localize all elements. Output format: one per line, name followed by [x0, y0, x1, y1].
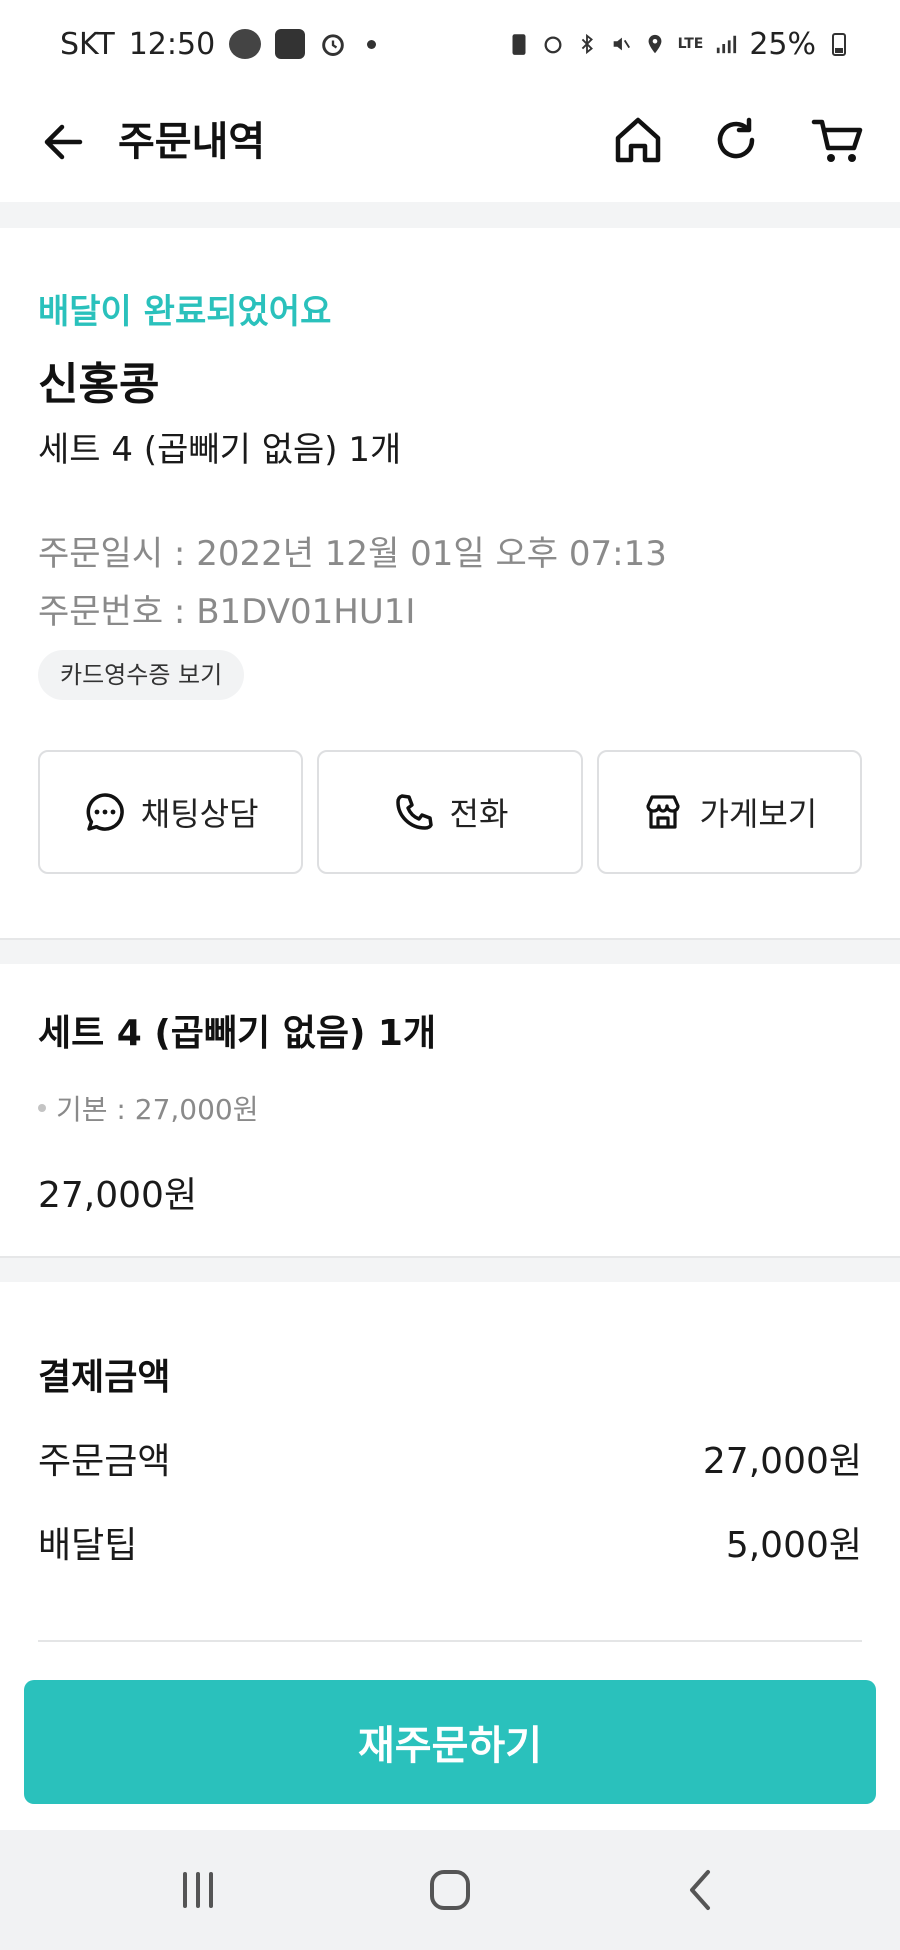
clock: 12:50 [128, 26, 216, 62]
section-gap [0, 938, 900, 964]
chat-icon [86, 793, 124, 831]
reorder-button[interactable]: 재주문하기 [24, 1680, 876, 1804]
home-app-icon [275, 29, 306, 59]
order-menu-summary: 세트 4 (곱빼기 없음) 1개 [38, 430, 402, 470]
store-icon [646, 795, 681, 829]
home-nav-icon[interactable] [420, 1860, 480, 1920]
back-arrow-icon[interactable] [34, 112, 94, 172]
order-datetime: 주문일시 : 2022년 12월 01일 오후 07:13 [38, 534, 667, 574]
cart-icon[interactable] [806, 108, 870, 172]
signal-icon [717, 35, 737, 54]
battery-percent: 25% [749, 26, 816, 62]
delivery-tip-label: 배달팁 [38, 1525, 138, 1566]
home-icon[interactable] [606, 108, 670, 172]
card-receipt-button[interactable]: 카드영수증 보기 [38, 650, 245, 700]
status-right: LTE 25% [508, 22, 850, 66]
bullet-icon [38, 1104, 46, 1112]
call-button-label: 전화 [449, 795, 509, 833]
payment-section: 결제금액 주문금액 27,000원 배달팁 5,000원 재주문하기 [0, 1282, 900, 1830]
order-amount-row: 주문금액 27,000원 [38, 1432, 862, 1484]
status-left: SKT 12:50 [60, 22, 377, 66]
carrier-label: SKT [60, 26, 115, 62]
order-item-section: 세트 4 (곱빼기 없음) 1개 기본 : 27,000원 27,000원 [0, 964, 900, 1256]
view-store-button[interactable]: 가게보기 [596, 750, 862, 874]
location-icon [648, 34, 662, 54]
alarm-icon [544, 36, 562, 54]
order-number: 주문번호 : B1DV01HU1I [38, 592, 416, 632]
status-bar: SKT 12:50 LTE 25% [0, 0, 900, 86]
system-nav-bar [0, 1830, 900, 1950]
bluetooth-icon [581, 33, 593, 55]
phone-icon [395, 794, 433, 830]
order-summary-section: 배달이 완료되었어요 신홍콩 세트 4 (곱빼기 없음) 1개 주문일시 : 2… [0, 228, 900, 938]
order-amount-value: 27,000원 [702, 1441, 862, 1482]
mute-icon [613, 37, 630, 51]
chat-button[interactable]: 채팅상담 [38, 750, 304, 874]
app-notification-icon [229, 29, 262, 59]
divider [38, 1640, 862, 1642]
network-type: LTE [677, 36, 704, 52]
delivery-status: 배달이 완료되었어요 [38, 292, 332, 332]
action-buttons: 채팅상담 전화 가게보기 [38, 750, 862, 874]
back-nav-icon[interactable] [672, 1860, 732, 1920]
recent-apps-icon[interactable] [168, 1860, 228, 1920]
battery-icon [832, 33, 846, 56]
item-name: 세트 4 (곱빼기 없음) 1개 [38, 1013, 437, 1054]
alarm-icon [322, 34, 344, 56]
call-button[interactable]: 전화 [317, 750, 583, 874]
view-store-button-label: 가게보기 [699, 795, 818, 833]
section-gap [0, 1256, 900, 1282]
more-notifications-icon [367, 39, 377, 49]
page-title: 주문내역 [118, 119, 266, 165]
app-bar: 주문내역 [0, 86, 900, 202]
payment-title: 결제금액 [38, 1357, 171, 1398]
store-name: 신홍콩 [38, 359, 160, 410]
order-amount-label: 주문금액 [38, 1441, 171, 1482]
delivery-tip-row: 배달팁 5,000원 [38, 1516, 862, 1568]
refresh-icon[interactable] [704, 108, 768, 172]
chat-button-label: 채팅상담 [140, 795, 259, 833]
item-option-text: 기본 : 27,000원 [56, 1093, 259, 1126]
delivery-tip-value: 5,000원 [725, 1525, 862, 1566]
section-gap [0, 202, 900, 228]
item-price: 27,000원 [38, 1175, 198, 1216]
battery-saver-icon [512, 34, 526, 55]
item-option: 기본 : 27,000원 [38, 1088, 259, 1128]
